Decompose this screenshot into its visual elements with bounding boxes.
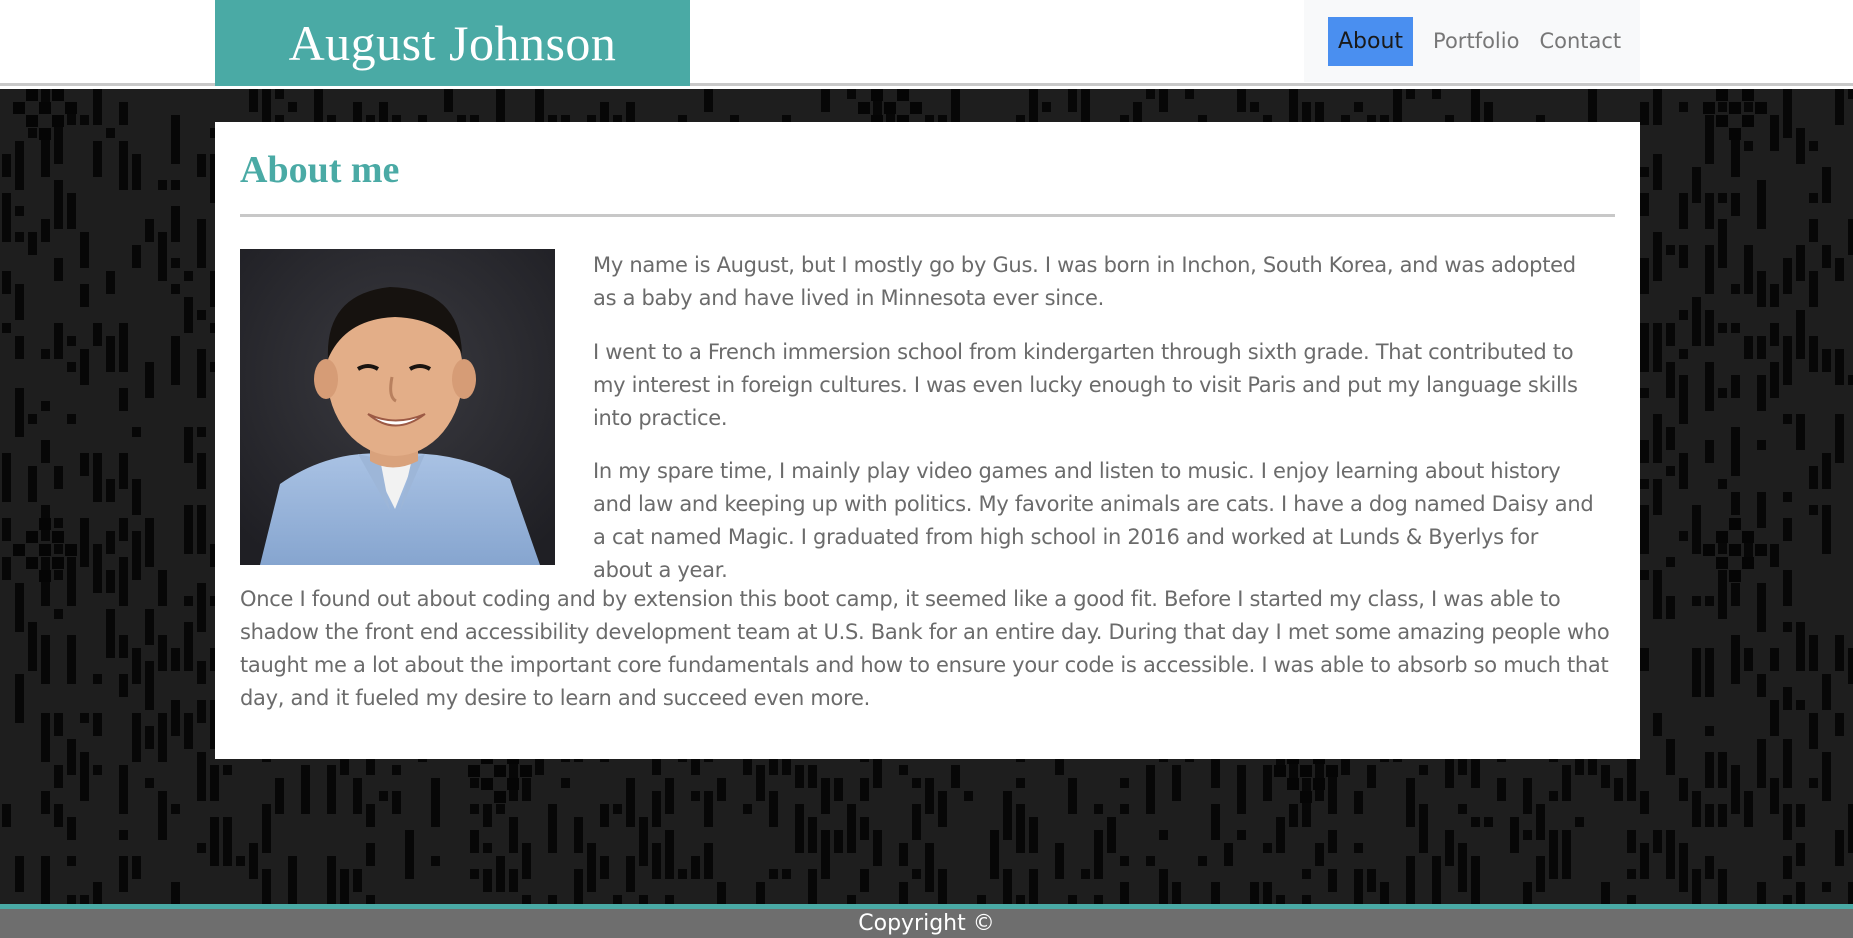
page: August Johnson About Portfolio Contact A… [0, 0, 1853, 938]
nav-link-portfolio[interactable]: Portfolio [1433, 29, 1519, 53]
about-card: About me My name is August, but I mostly… [215, 122, 1640, 759]
site-title: August Johnson [288, 15, 617, 71]
bio-paragraph-4: Once I found out about coding and by ext… [240, 587, 1610, 710]
section-title: About me [240, 149, 400, 191]
title-divider [240, 214, 1615, 217]
brand-banner: August Johnson [215, 0, 690, 86]
nav-link-about[interactable]: About [1328, 16, 1414, 66]
site-header: August Johnson About Portfolio Contact [0, 0, 1853, 86]
bio-paragraph-3: In my spare time, I mainly play video ga… [593, 459, 1594, 582]
profile-photo [240, 249, 555, 565]
main-nav: About Portfolio Contact [1304, 0, 1640, 82]
copyright-text: Copyright © [858, 911, 995, 936]
bio-paragraph-2: I went to a French immersion school from… [593, 340, 1578, 430]
portrait-image [240, 249, 555, 565]
site-footer: Copyright © [0, 904, 1853, 938]
bio-paragraph-1: My name is August, but I mostly go by Gu… [593, 253, 1576, 310]
nav-link-contact[interactable]: Contact [1539, 29, 1621, 53]
